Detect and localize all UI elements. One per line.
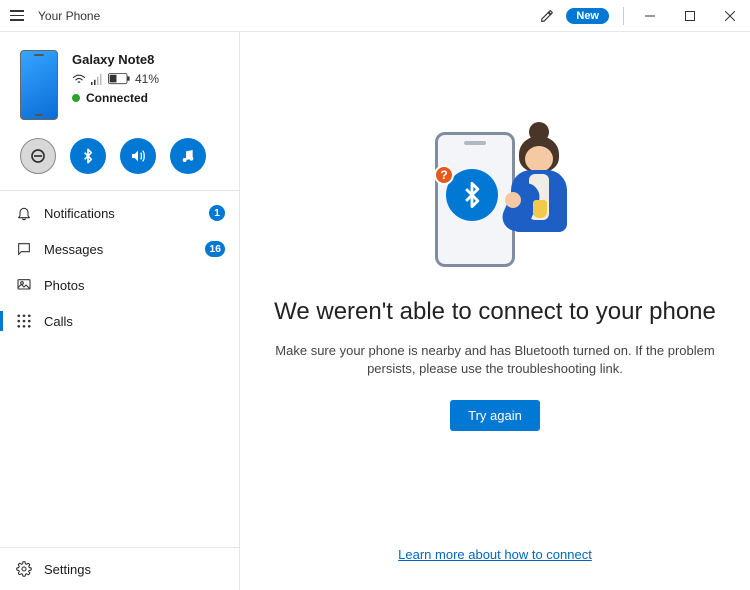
- chat-icon: [16, 241, 32, 257]
- sidebar-item-label: Photos: [44, 278, 225, 293]
- sidebar-nav: Notifications 1 Messages 16 Photos: [0, 191, 239, 339]
- maximize-button[interactable]: [670, 0, 710, 32]
- content-pane: ? We weren't able to connect to your pho…: [240, 32, 750, 590]
- notifications-badge: 1: [209, 205, 225, 221]
- sidebar: Galaxy Note8 41% Connected: [0, 32, 240, 590]
- sidebar-item-label: Messages: [44, 242, 193, 257]
- do-not-disturb-button[interactable]: [20, 138, 56, 174]
- app-title: Your Phone: [38, 9, 100, 23]
- sidebar-item-photos[interactable]: Photos: [0, 267, 239, 303]
- sidebar-item-label: Calls: [44, 314, 225, 329]
- photo-icon: [16, 277, 32, 293]
- new-badge[interactable]: New: [566, 8, 609, 24]
- try-again-button[interactable]: Try again: [450, 400, 540, 431]
- bell-icon: [16, 205, 32, 221]
- bluetooth-button[interactable]: [70, 138, 106, 174]
- status-dot-icon: [72, 94, 80, 102]
- device-stats: 41%: [72, 72, 159, 86]
- learn-more-link[interactable]: Learn more about how to connect: [398, 547, 592, 562]
- device-thumbnail: [20, 50, 58, 120]
- sidebar-item-settings[interactable]: Settings: [0, 548, 239, 590]
- volume-button[interactable]: [120, 138, 156, 174]
- sidebar-item-label: Settings: [44, 562, 225, 577]
- hamburger-menu-button[interactable]: [10, 10, 24, 21]
- title-divider: [623, 7, 624, 25]
- music-button[interactable]: [170, 138, 206, 174]
- error-title: We weren't able to connect to your phone: [274, 298, 716, 326]
- device-summary[interactable]: Galaxy Note8 41% Connected: [0, 32, 239, 130]
- quick-actions: [0, 130, 239, 191]
- sidebar-item-calls[interactable]: Calls: [0, 303, 239, 339]
- connection-status: Connected: [86, 91, 148, 105]
- signal-icon: [91, 73, 103, 85]
- minimize-button[interactable]: [630, 0, 670, 32]
- sidebar-item-messages[interactable]: Messages 16: [0, 231, 239, 267]
- edit-icon[interactable]: [538, 7, 556, 25]
- dialpad-icon: [16, 313, 32, 329]
- error-illustration: ?: [405, 122, 585, 272]
- battery-percent: 41%: [135, 72, 159, 86]
- messages-badge: 16: [205, 241, 225, 257]
- person-illustration: [505, 122, 575, 272]
- gear-icon: [16, 561, 32, 577]
- wifi-icon: [72, 73, 86, 85]
- device-name: Galaxy Note8: [72, 52, 159, 67]
- question-badge-icon: ?: [434, 165, 454, 185]
- title-bar: Your Phone New: [0, 0, 750, 32]
- battery-icon: [108, 73, 130, 85]
- sidebar-item-label: Notifications: [44, 206, 197, 221]
- error-body: Make sure your phone is nearby and has B…: [275, 342, 714, 378]
- close-button[interactable]: [710, 0, 750, 32]
- sidebar-item-notifications[interactable]: Notifications 1: [0, 195, 239, 231]
